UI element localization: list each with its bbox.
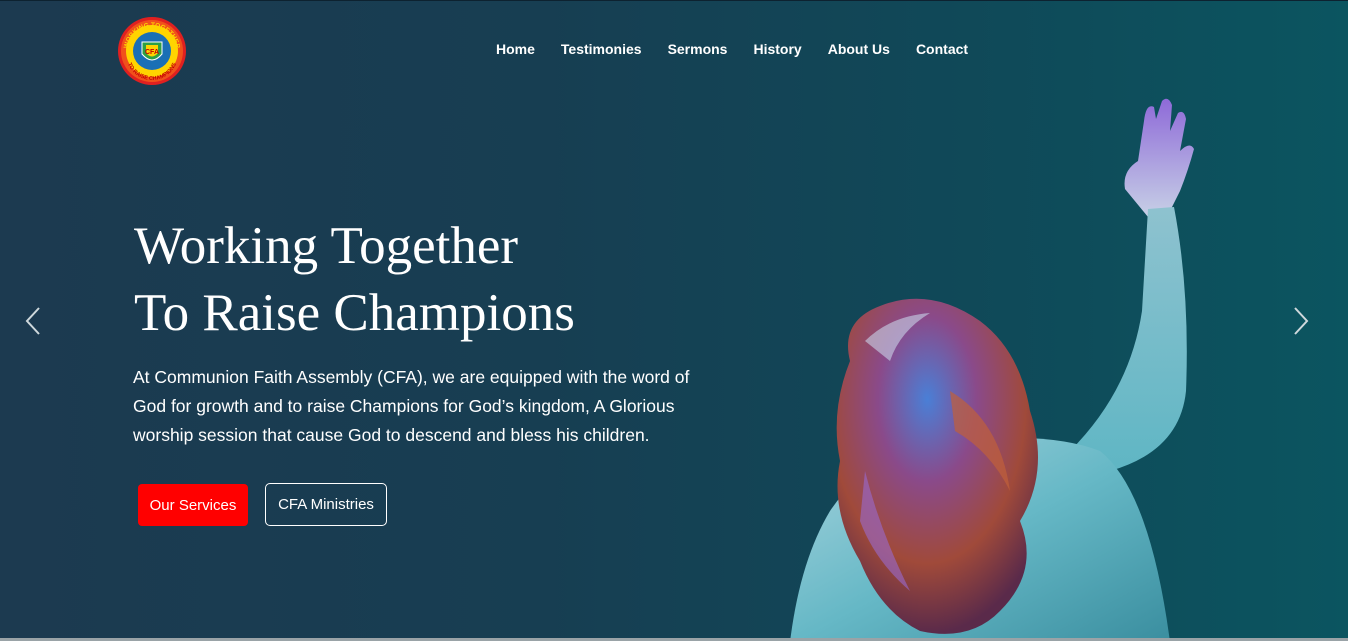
headline-line-1: Working Together — [134, 217, 519, 275]
worship-woman-image — [770, 91, 1240, 641]
nav-testimonies[interactable]: Testimonies — [561, 39, 642, 59]
carousel-next-button[interactable] — [1286, 301, 1316, 341]
nav-about-us[interactable]: About Us — [828, 39, 890, 59]
nav-sermons[interactable]: Sermons — [668, 39, 728, 59]
church-logo[interactable]: CFA WORKING TOGETHER TO RAISE CHAMPIONS — [116, 16, 188, 86]
cfa-ministries-button[interactable]: CFA Ministries — [265, 483, 387, 526]
hero-lead-text: At Communion Faith Assembly (CFA), we ar… — [133, 367, 690, 445]
hero-headline: Working Together To Raise Champions — [134, 213, 575, 347]
nav-history[interactable]: History — [753, 39, 801, 59]
main-nav: Home Testimonies Sermons History About U… — [496, 39, 994, 59]
our-services-button[interactable]: Our Services — [138, 484, 248, 526]
nav-contact[interactable]: Contact — [916, 39, 968, 59]
carousel-prev-button[interactable] — [18, 301, 48, 341]
logo-emblem-icon: CFA WORKING TOGETHER TO RAISE CHAMPIONS — [118, 17, 186, 85]
chevron-right-icon — [1294, 307, 1309, 335]
hero-section: CFA WORKING TOGETHER TO RAISE CHAMPIONS … — [0, 0, 1348, 641]
nav-home[interactable]: Home — [496, 39, 535, 59]
woman-raising-hand-illustration — [790, 98, 1194, 641]
chevron-left-icon — [25, 307, 40, 335]
logo-initials: CFA — [145, 49, 159, 56]
headline-line-2: To Raise Champions — [134, 284, 575, 342]
